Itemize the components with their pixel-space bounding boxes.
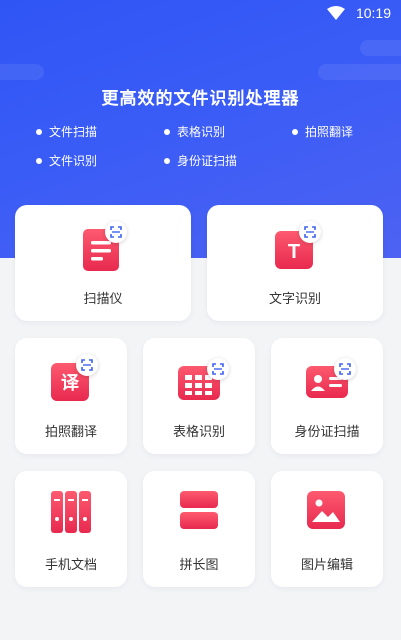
picture-icon bbox=[307, 491, 345, 529]
long-image-card[interactable]: 拼长图 bbox=[143, 471, 255, 587]
bullet-icon bbox=[292, 128, 298, 135]
scan-frame-icon bbox=[299, 221, 321, 243]
wifi-icon bbox=[327, 6, 345, 20]
scanner-card[interactable]: 扫描仪 bbox=[15, 205, 191, 321]
feature-label: 身份证扫描 bbox=[177, 154, 238, 168]
text-t-glyph: T bbox=[288, 241, 300, 263]
feature-item: 文件扫描 bbox=[36, 123, 164, 140]
feature-item: 拍照翻译 bbox=[292, 123, 382, 140]
image-edit-card[interactable]: 图片编辑 bbox=[271, 471, 383, 587]
scan-frame-icon bbox=[76, 354, 98, 376]
bullet-icon bbox=[36, 128, 42, 135]
feature-label: 文件扫描 bbox=[49, 125, 98, 139]
bullet-icon bbox=[164, 157, 170, 164]
phone-documents-card[interactable]: 手机文档 bbox=[15, 471, 127, 587]
image-edit-label: 图片编辑 bbox=[300, 558, 353, 573]
feature-list: 文件扫描 表格识别 拍照翻译 文件识别 身份证扫描 bbox=[36, 123, 376, 169]
translate-glyph: 译 bbox=[61, 373, 80, 394]
stitch-image-icon bbox=[180, 491, 218, 529]
bullet-icon bbox=[36, 157, 42, 164]
feature-item: 表格识别 bbox=[164, 123, 292, 140]
phone-documents-label: 手机文档 bbox=[44, 558, 97, 573]
feature-item: 文件识别 bbox=[36, 152, 164, 169]
scan-frame-icon bbox=[105, 221, 127, 243]
decor-stripe bbox=[0, 64, 44, 80]
feature-label: 表格识别 bbox=[177, 125, 226, 139]
photo-translate-label: 拍照翻译 bbox=[44, 425, 97, 440]
feature-label: 文件识别 bbox=[49, 154, 98, 168]
bullet-icon bbox=[164, 128, 170, 135]
status-bar: 10:19 bbox=[0, 0, 401, 28]
id-card-scan-label: 身份证扫描 bbox=[294, 425, 360, 440]
hero-title: 更高效的文件识别处理器 bbox=[101, 89, 300, 109]
long-image-label: 拼长图 bbox=[179, 558, 219, 573]
photo-translate-card[interactable]: 译 拍照翻译 bbox=[15, 338, 127, 454]
id-card-scan-card[interactable]: 身份证扫描 bbox=[271, 338, 383, 454]
feature-item: 身份证扫描 bbox=[164, 152, 292, 169]
table-recognition-label: 表格识别 bbox=[172, 425, 225, 440]
text-recognition-label: 文字识别 bbox=[268, 292, 321, 307]
decor-stripe bbox=[318, 64, 401, 80]
text-recognition-card[interactable]: T 文字识别 bbox=[207, 205, 383, 321]
feature-label: 拍照翻译 bbox=[305, 125, 354, 139]
scan-frame-icon bbox=[207, 358, 229, 380]
scan-frame-icon bbox=[334, 358, 356, 380]
decor-stripe bbox=[360, 40, 401, 56]
table-recognition-card[interactable]: 表格识别 bbox=[143, 338, 255, 454]
binders-icon bbox=[51, 491, 91, 533]
status-time: 10:19 bbox=[355, 5, 391, 21]
scanner-label: 扫描仪 bbox=[83, 292, 123, 307]
